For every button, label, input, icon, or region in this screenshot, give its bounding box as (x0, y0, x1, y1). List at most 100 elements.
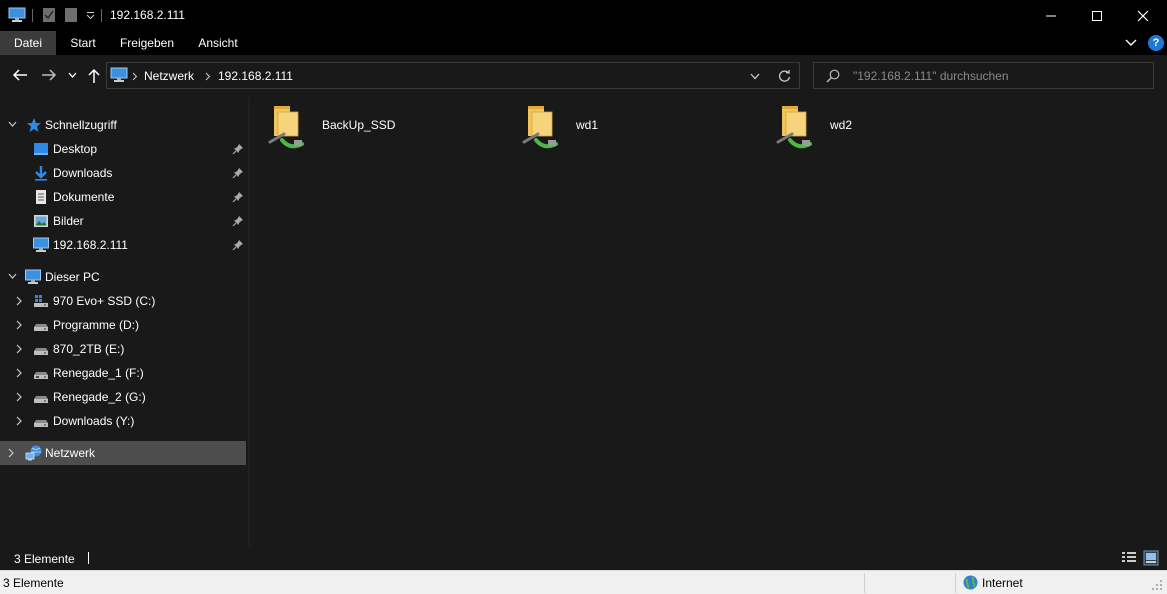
network-folder-icon (268, 102, 306, 152)
sidebar-item-label: 970 Evo+ SSD (C:) (53, 294, 156, 308)
list-item[interactable]: wd2 (776, 102, 976, 152)
chevron-right-icon[interactable] (16, 416, 22, 426)
chevron-down-icon[interactable] (8, 121, 17, 127)
chevron-down-icon[interactable] (8, 273, 17, 279)
recent-locations-chevron-icon[interactable] (68, 72, 77, 78)
pin-icon[interactable] (232, 167, 244, 179)
sidebar-item-quick-access[interactable]: Schnellzugriff (0, 113, 246, 137)
sidebar-item-label: Programme (D:) (53, 318, 140, 332)
computer-icon (110, 67, 128, 83)
outer-item-count: 3 Elemente (3, 576, 64, 590)
sidebar-item-label: Bilder (53, 214, 84, 228)
pin-icon[interactable] (232, 191, 244, 203)
sidebar-item-this-pc[interactable]: Dieser PC (0, 265, 246, 289)
toolbar-separator (101, 9, 102, 22)
pin-icon[interactable] (232, 215, 244, 227)
sidebar-item-desktop[interactable]: Desktop (0, 137, 246, 161)
breadcrumb-netzwerk[interactable]: Netzwerk (144, 69, 194, 83)
security-zone: Internet (982, 576, 1023, 590)
sidebar-item-downloads[interactable]: Downloads (0, 161, 246, 185)
help-icon[interactable]: ? (1148, 35, 1164, 51)
tab-datei[interactable]: Datei (0, 31, 56, 55)
computer-icon[interactable] (8, 7, 26, 23)
chevron-right-icon[interactable] (16, 344, 22, 354)
sidebar-item-label: Renegade_2 (G:) (53, 390, 146, 404)
forward-arrow-icon[interactable] (41, 68, 57, 82)
star-icon (26, 117, 42, 133)
breadcrumb-current[interactable]: 192.168.2.111 (218, 69, 293, 83)
network-folder-icon (522, 102, 560, 152)
details-view-icon[interactable] (1121, 551, 1137, 565)
address-dropdown-icon[interactable] (750, 73, 760, 80)
sidebar-item-label: Schnellzugriff (45, 118, 117, 132)
item-label: wd2 (830, 118, 853, 132)
up-arrow-icon[interactable] (87, 68, 101, 84)
sidebar-item-drive-f[interactable]: Renegade_1 (F:) (0, 361, 246, 385)
title-bar: 192.168.2.111 (0, 0, 1167, 31)
properties-icon[interactable] (42, 7, 56, 23)
sidebar-item-network-share[interactable]: 192.168.2.111 (0, 233, 246, 257)
desktop-icon (33, 141, 49, 157)
back-arrow-icon[interactable] (12, 68, 28, 82)
drive-icon (33, 341, 49, 357)
drive-icon (33, 317, 49, 333)
computer-icon (25, 269, 41, 285)
tab-ansicht[interactable]: Ansicht (188, 31, 248, 55)
sidebar-item-label: 192.168.2.111 (53, 238, 128, 252)
drive-icon (33, 413, 49, 429)
status-separator (88, 552, 89, 564)
computer-icon (33, 237, 49, 253)
search-input[interactable]: "192.168.2.111" durchsuchen (853, 69, 1009, 83)
sidebar-item-label: Downloads (Y:) (53, 414, 135, 428)
pin-icon[interactable] (232, 239, 244, 251)
new-folder-icon[interactable] (64, 7, 78, 23)
breadcrumb-separator-icon[interactable] (132, 72, 138, 81)
refresh-icon[interactable] (778, 69, 791, 83)
ribbon-tabs: Datei Start Freigeben Ansicht (0, 31, 1167, 55)
sidebar-item-label: Desktop (53, 142, 98, 156)
drive-icon (33, 389, 49, 405)
chevron-right-icon[interactable] (16, 392, 22, 402)
sidebar-item-label: Netzwerk (45, 446, 96, 460)
list-item[interactable]: wd1 (522, 102, 722, 152)
close-button[interactable] (1120, 0, 1166, 31)
sidebar-item-label: Dokumente (53, 190, 115, 204)
pin-icon[interactable] (232, 143, 244, 155)
navigation-pane: Schnellzugriff Desktop Downloads Dokumen… (0, 97, 248, 546)
sidebar-item-drive-y[interactable]: Downloads (Y:) (0, 409, 246, 433)
sidebar-item-label: Renegade_1 (F:) (53, 366, 144, 380)
search-box[interactable]: "192.168.2.111" durchsuchen (813, 62, 1154, 89)
pictures-icon (33, 213, 49, 229)
quick-access-dropdown-icon[interactable] (86, 11, 95, 20)
sidebar-item-drive-g[interactable]: Renegade_2 (G:) (0, 385, 246, 409)
sidebar-item-label: 870_2TB (E:) (53, 342, 125, 356)
maximize-button[interactable] (1074, 0, 1120, 31)
breadcrumb-separator-icon[interactable] (205, 72, 211, 81)
minimize-button[interactable] (1028, 0, 1074, 31)
chevron-right-icon[interactable] (16, 320, 22, 330)
large-icons-view-icon[interactable] (1143, 550, 1159, 566)
sidebar-item-drive-e[interactable]: 870_2TB (E:) (0, 337, 246, 361)
outer-status-bar: 3 Elemente Internet (0, 570, 1167, 594)
globe-icon (963, 575, 978, 590)
chevron-right-icon[interactable] (8, 448, 14, 458)
usb-drive-icon (33, 365, 49, 381)
sidebar-item-label: Dieser PC (45, 270, 100, 284)
list-item[interactable]: BackUp_SSD (268, 102, 468, 152)
address-bar[interactable]: Netzwerk 192.168.2.111 (106, 62, 800, 89)
chevron-right-icon[interactable] (16, 296, 22, 306)
resize-grip-icon[interactable] (1151, 579, 1163, 591)
sidebar-item-pictures[interactable]: Bilder (0, 209, 246, 233)
sidebar-item-drive-c[interactable]: 970 Evo+ SSD (C:) (0, 289, 246, 313)
search-icon (826, 69, 840, 83)
document-icon (33, 189, 49, 205)
tab-freigeben[interactable]: Freigeben (112, 31, 182, 55)
file-list: BackUp_SSD wd1 wd2 (250, 97, 1167, 546)
sidebar-item-network[interactable]: Netzwerk (0, 441, 246, 465)
sidebar-item-drive-d[interactable]: Programme (D:) (0, 313, 246, 337)
chevron-right-icon[interactable] (16, 368, 22, 378)
tab-start[interactable]: Start (60, 31, 106, 55)
ribbon-expand-icon[interactable] (1124, 35, 1138, 49)
sidebar-item-documents[interactable]: Dokumente (0, 185, 246, 209)
item-label: wd1 (576, 118, 599, 132)
